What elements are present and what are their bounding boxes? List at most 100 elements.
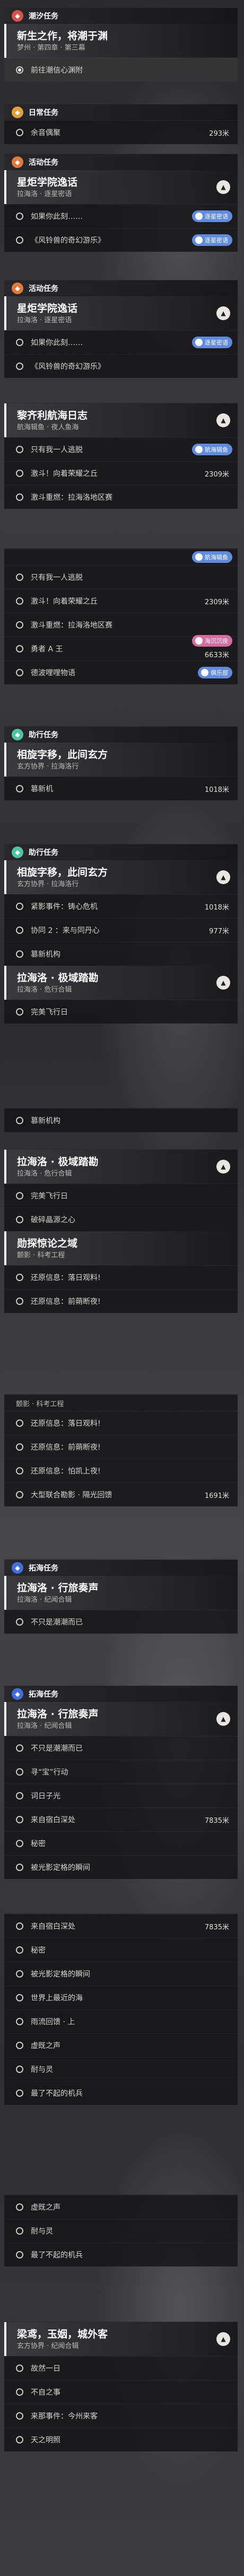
radio-icon <box>16 1792 23 1799</box>
faction-group-1: ◆ 拓海任务 拉海洛 · 行旅奏声 拉海洛 · 纪闻合辑 不只是潮潮而已 <box>4 1559 238 1634</box>
category-event[interactable]: ◆ 活动任务 <box>4 280 238 296</box>
quest-card[interactable]: 黎齐利航海日志 航海辑鱼 · 夜人鱼海 ▲ <box>4 403 238 437</box>
quest-step[interactable]: 虚既之声 <box>4 2195 238 2219</box>
quest-card[interactable]: 勋探惊论之域 颤影 · 科考工程 <box>4 1231 238 1265</box>
step-label: 激斗！向着荣耀之丘 <box>31 597 98 606</box>
collapse-icon[interactable]: ▲ <box>216 1160 230 1174</box>
collapse-icon[interactable]: ▲ <box>216 306 230 320</box>
quest-step[interactable]: 只有我一人逃脱 航海辑鱼 <box>4 437 238 461</box>
radio-icon <box>16 2203 23 2211</box>
collapse-icon[interactable]: ▲ <box>216 870 230 884</box>
category-event[interactable]: ◆ 活动任务 <box>4 154 238 170</box>
quest-step[interactable]: 德波哩哩物语 俱乐部 <box>4 660 238 684</box>
quest-step[interactable]: 只有我一人逃脱 <box>4 565 238 589</box>
quest-step[interactable]: 还原信息：落日观料! <box>4 1411 238 1435</box>
quest-step[interactable]: 世界上最近的海 <box>4 1986 238 2009</box>
quest-card[interactable]: 相旋字移，此间玄方 玄方协界 · 拉海洛行 <box>4 743 238 777</box>
quest-step[interactable]: 篡新机构 <box>4 1108 238 1132</box>
quest-step[interactable]: 被光影定格的瞬间 <box>4 1855 238 1879</box>
quest-step[interactable]: 最了不起的机兵 <box>4 2081 238 2105</box>
quest-step[interactable]: 故然一日 <box>4 2356 238 2380</box>
quest-step[interactable]: 协同 2 ：来与同丹心 977米 <box>4 918 238 942</box>
quest-title: 拉海洛 · 极域踏勘 <box>17 972 99 984</box>
collapse-icon[interactable]: ▲ <box>216 180 230 194</box>
quest-step[interactable]: 最了不起的机兵 <box>4 2243 238 2266</box>
category-label: 助行任务 <box>29 849 58 857</box>
quest-step[interactable]: 寻“宝”行动 <box>4 1760 238 1784</box>
quest-card[interactable]: 拉海洛 · 极域踏勘 拉海洛 · 危行合辑 ▲ <box>4 1150 238 1184</box>
category-faction[interactable]: ◆ 拓海任务 <box>4 1686 238 1702</box>
quest-step[interactable]: 不只是潮潮而已 <box>4 1610 238 1634</box>
quest-card[interactable]: 相旋字移，此间玄方 玄方协界 · 拉海洛行 ▲ <box>4 860 238 894</box>
quest-card[interactable]: 星炬学院逸话 拉海洛 · 逐星密语 ▲ <box>4 170 238 204</box>
collapse-icon[interactable]: ▲ <box>216 2332 230 2346</box>
tag-label: 逐星密语 <box>205 213 228 220</box>
quest-step[interactable]: 耐与灵 <box>4 2057 238 2081</box>
collapse-icon[interactable]: ▲ <box>216 1712 230 1726</box>
quest-step[interactable]: 还原信息：前蒴断夜! <box>4 1289 238 1313</box>
quest-step[interactable]: 雨流回馈 · 上 <box>4 2009 238 2033</box>
step-label: 不自之事 <box>31 2388 60 2397</box>
quest-step[interactable]: 还原信息：怕凯上夜! <box>4 1459 238 1483</box>
quest-step[interactable]: 余音偶聚 293米 <box>4 120 238 144</box>
step-label: 词日子光 <box>31 1792 60 1801</box>
quest-card[interactable]: 拉海洛 · 行旅奏声 拉海洛 · 纪闻合辑 ▲ <box>4 1702 238 1736</box>
category-companion[interactable]: ◆ 助行任务 <box>4 844 238 860</box>
step-label: 寻“宝”行动 <box>31 1768 68 1777</box>
category-daily[interactable]: ◆ 日常任务 <box>4 104 238 120</box>
quest-card[interactable]: 星炬学院逸话 拉海洛 · 逐星密语 ▲ <box>4 296 238 330</box>
quest-step[interactable]: 激斗重燃：拉海洛地区赛 <box>4 485 238 509</box>
quest-step[interactable]: 被光影定格的瞬间 <box>4 1962 238 1986</box>
quest-step[interactable]: 激斗！向着荣耀之丘 2309米 <box>4 461 238 485</box>
quest-step[interactable]: 如果你此刻…… 逐星密语 <box>4 204 238 228</box>
quest-step[interactable]: 词日子光 <box>4 1784 238 1807</box>
category-faction[interactable]: ◆ 拓海任务 <box>4 1560 238 1576</box>
radio-icon <box>16 339 23 346</box>
quest-step[interactable]: 大型联合勘影 · 隔光回馈 1691米 <box>4 1483 238 1506</box>
step-distance: 1018米 <box>204 903 229 912</box>
quest-card[interactable]: 拉海洛 · 极域踏勘 拉海洛 · 危行合辑 ▲ <box>4 966 238 1000</box>
quest-step[interactable]: 破碎晶源之心 <box>4 1207 238 1231</box>
category-companion[interactable]: ◆ 助行任务 <box>4 727 238 743</box>
quest-step[interactable]: 还原信息：落日观料! <box>4 1265 238 1289</box>
quest-step[interactable]: 篡新机构 <box>4 942 238 966</box>
radio-icon <box>16 1192 23 1199</box>
collapse-icon[interactable]: ▲ <box>216 413 230 427</box>
step-distance: 293米 <box>209 129 229 138</box>
quest-card[interactable]: 拉海洛 · 行旅奏声 拉海洛 · 纪闻合辑 <box>4 1576 238 1610</box>
quest-card[interactable]: 新生之作，将潮于渊 梦州 · 第四章 · 第三幕 <box>4 24 238 58</box>
quest-step[interactable]: 完美飞行日 <box>4 1000 238 1024</box>
radio-icon <box>16 1298 23 1305</box>
quest-step[interactable]: 来自宿白深处 7835米 <box>4 1807 238 1831</box>
quest-step[interactable]: 秘密 <box>4 1831 238 1855</box>
quest-step[interactable]: 耐与灵 <box>4 2219 238 2243</box>
collapse-icon[interactable]: ▲ <box>216 976 230 990</box>
step-label: 只有我一人逃脱 <box>31 446 83 454</box>
quest-step[interactable]: 不只是潮潮而已 <box>4 1736 238 1760</box>
radio-icon <box>16 1491 23 1498</box>
quest-step[interactable]: 来自宿白深处 7835米 <box>4 1914 238 1938</box>
quest-step[interactable]: 紧影事件：铸心危机 1018米 <box>4 894 238 918</box>
quest-step[interactable]: 还原信息：前蒴断夜! <box>4 1435 238 1459</box>
quest-step[interactable]: 秘密 <box>4 1938 238 1962</box>
quest-step[interactable]: 勇者 A 王 海沉沉夜 6633米 <box>4 635 238 660</box>
quest-step[interactable]: 《风铃兽的奇幻游乐》 逐星密语 <box>4 228 238 252</box>
event-tag: 逐星密语 <box>192 210 232 222</box>
quest-step[interactable]: 激斗重燃：拉海洛地区赛 <box>4 613 238 637</box>
category-main[interactable]: ◆ 潮汐任务 <box>4 8 238 24</box>
radio-icon <box>16 785 23 792</box>
step-distance: 1018米 <box>204 786 229 794</box>
quest-step[interactable]: 篡新机 1018米 <box>4 777 238 800</box>
quest-title: 拉海洛 · 行旅奏声 <box>17 1582 99 1594</box>
quest-step[interactable]: 前往潮信心渊附 <box>4 58 238 82</box>
quest-step[interactable]: 完美飞行日 <box>4 1184 238 1207</box>
quest-step[interactable]: 激斗！向着荣耀之丘 2309米 <box>4 589 238 613</box>
quest-step[interactable]: 不自之事 <box>4 2380 238 2404</box>
quest-step[interactable]: 来那事件：今州来客 <box>4 2404 238 2428</box>
quest-card[interactable]: 梁鸢，玉姻，城外客 玄方协界 · 纪闻合辑 ▲ <box>4 2322 238 2356</box>
quest-step[interactable]: 虚既之声 <box>4 2033 238 2057</box>
quest-step[interactable]: 《风铃兽的奇幻游乐》 <box>4 354 238 378</box>
quest-step[interactable]: 天之明照 <box>4 2428 238 2451</box>
quest-step[interactable]: 如果你此刻…… 逐星密语 <box>4 330 238 354</box>
tag-label: 航海辑鱼 <box>205 554 228 561</box>
